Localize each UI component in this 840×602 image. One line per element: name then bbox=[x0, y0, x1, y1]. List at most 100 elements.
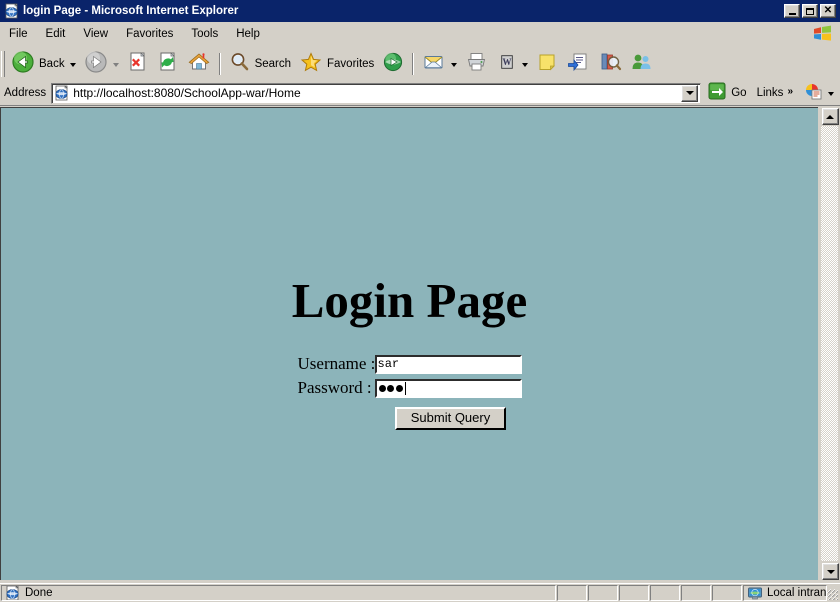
forward-button[interactable] bbox=[80, 50, 123, 78]
favorites-button[interactable]: Favorites bbox=[295, 50, 378, 78]
login-page-body: Login Page Username : Password : bbox=[1, 108, 818, 580]
scroll-down-wrap bbox=[820, 562, 840, 580]
chevron-double-right-icon: » bbox=[787, 85, 793, 97]
scroll-down-button[interactable] bbox=[822, 563, 839, 580]
media-button[interactable] bbox=[378, 50, 408, 78]
edit-page-button[interactable]: W bbox=[493, 50, 532, 78]
yellow-note-icon bbox=[536, 51, 558, 78]
encarta-icon bbox=[803, 81, 823, 106]
go-button[interactable]: Go bbox=[704, 82, 752, 104]
address-bar: Address http://localhost:8080/SchoolApp-… bbox=[0, 81, 840, 105]
password-masked-value bbox=[378, 384, 403, 392]
menu-tools[interactable]: Tools bbox=[183, 25, 226, 43]
security-zone-panel[interactable]: Local intranet bbox=[743, 585, 827, 601]
refresh-icon bbox=[157, 51, 179, 78]
menu-file[interactable]: File bbox=[1, 25, 36, 43]
status-message-panel: Done bbox=[1, 585, 556, 601]
refresh-button[interactable] bbox=[153, 50, 183, 78]
back-button-label: Back bbox=[39, 58, 65, 70]
edit-page-icon: W bbox=[497, 51, 517, 78]
local-intranet-icon bbox=[747, 586, 763, 600]
research-icon bbox=[598, 51, 622, 78]
note-button[interactable] bbox=[532, 50, 562, 78]
resize-grip[interactable] bbox=[827, 585, 839, 601]
toolbar-grip[interactable] bbox=[1, 51, 5, 77]
forward-dropdown-arrow-icon[interactable] bbox=[112, 63, 119, 67]
windows-flag-icon[interactable] bbox=[808, 23, 838, 45]
links-button[interactable]: Links » bbox=[753, 82, 797, 104]
ie-document-icon bbox=[54, 85, 70, 101]
go-arrow-icon bbox=[707, 81, 727, 106]
mail-dropdown-arrow-icon[interactable] bbox=[451, 63, 458, 67]
links-button-label: Links bbox=[756, 87, 784, 99]
status-panel-2 bbox=[588, 585, 618, 601]
messenger-button[interactable] bbox=[626, 50, 658, 78]
forward-arrow-icon bbox=[84, 50, 108, 79]
status-panel-3 bbox=[619, 585, 649, 601]
close-button[interactable]: ✕ bbox=[820, 4, 836, 18]
back-dropdown-arrow-icon[interactable] bbox=[69, 63, 76, 67]
back-button[interactable]: Back bbox=[7, 50, 80, 78]
address-combobox[interactable] bbox=[51, 82, 702, 104]
home-icon bbox=[187, 51, 211, 78]
username-label: Username : bbox=[297, 354, 376, 373]
encarta-dropdown-arrow-icon[interactable] bbox=[828, 92, 834, 96]
window-title: login Page - Microsoft Internet Explorer bbox=[23, 5, 239, 17]
status-text: Done bbox=[25, 587, 53, 599]
stop-button[interactable] bbox=[123, 50, 153, 78]
username-row: Username : bbox=[298, 354, 522, 374]
status-panel-1 bbox=[557, 585, 587, 601]
menu-favorites[interactable]: Favorites bbox=[118, 25, 181, 43]
password-label: Password : bbox=[297, 378, 372, 397]
password-row: Password : bbox=[298, 378, 522, 398]
toolbar-separator bbox=[218, 53, 221, 75]
encarta-button[interactable] bbox=[800, 82, 840, 104]
back-arrow-icon bbox=[11, 50, 35, 79]
toolbar-separator-2 bbox=[412, 53, 415, 75]
maximize-button[interactable] bbox=[802, 4, 818, 18]
scroll-up-button[interactable] bbox=[821, 108, 839, 125]
username-field-wrap[interactable] bbox=[374, 354, 522, 374]
vertical-scrollbar[interactable] bbox=[819, 107, 840, 580]
ie-document-icon bbox=[4, 3, 20, 19]
password-field-wrap[interactable] bbox=[374, 378, 522, 398]
stop-icon bbox=[127, 51, 149, 78]
window-controls: ✕ bbox=[784, 4, 838, 18]
browser-window: login Page - Microsoft Internet Explorer… bbox=[0, 0, 840, 602]
menu-help[interactable]: Help bbox=[228, 25, 268, 43]
svg-text:W: W bbox=[503, 57, 512, 67]
minimize-button[interactable] bbox=[784, 4, 800, 18]
menu-edit[interactable]: Edit bbox=[38, 25, 74, 43]
main-toolbar: Back Search Favorites W bbox=[0, 47, 840, 81]
menu-bar: File Edit View Favorites Tools Help bbox=[0, 22, 840, 46]
title-bar: login Page - Microsoft Internet Explorer… bbox=[0, 0, 840, 22]
favorites-button-label: Favorites bbox=[327, 58, 375, 70]
media-icon bbox=[382, 51, 404, 78]
edit-page-dropdown-arrow-icon[interactable] bbox=[522, 63, 529, 67]
discuss-button[interactable] bbox=[562, 50, 594, 78]
printer-icon bbox=[465, 51, 489, 78]
research-button[interactable] bbox=[594, 50, 626, 78]
mail-icon bbox=[422, 51, 446, 78]
status-panel-4 bbox=[650, 585, 680, 601]
discuss-icon bbox=[566, 51, 590, 78]
address-label: Address bbox=[4, 87, 47, 99]
status-panel-6 bbox=[712, 585, 742, 601]
home-button[interactable] bbox=[183, 50, 215, 78]
print-button[interactable] bbox=[461, 50, 493, 78]
page-title: Login Page bbox=[291, 273, 528, 328]
menu-view[interactable]: View bbox=[75, 25, 116, 43]
address-dropdown-button[interactable] bbox=[681, 84, 699, 102]
go-button-label: Go bbox=[731, 87, 747, 99]
mail-button[interactable] bbox=[418, 50, 461, 78]
address-input[interactable] bbox=[73, 85, 682, 101]
submit-query-button[interactable]: Submit Query bbox=[394, 407, 507, 431]
scroll-track[interactable] bbox=[821, 126, 838, 561]
search-button-label: Search bbox=[254, 58, 292, 70]
search-button[interactable]: Search bbox=[225, 50, 295, 78]
ie-document-icon bbox=[5, 586, 21, 600]
magnifier-icon bbox=[229, 51, 251, 78]
security-zone-text: Local intranet bbox=[767, 587, 827, 599]
messenger-icon bbox=[630, 51, 654, 78]
username-input[interactable] bbox=[377, 357, 519, 371]
